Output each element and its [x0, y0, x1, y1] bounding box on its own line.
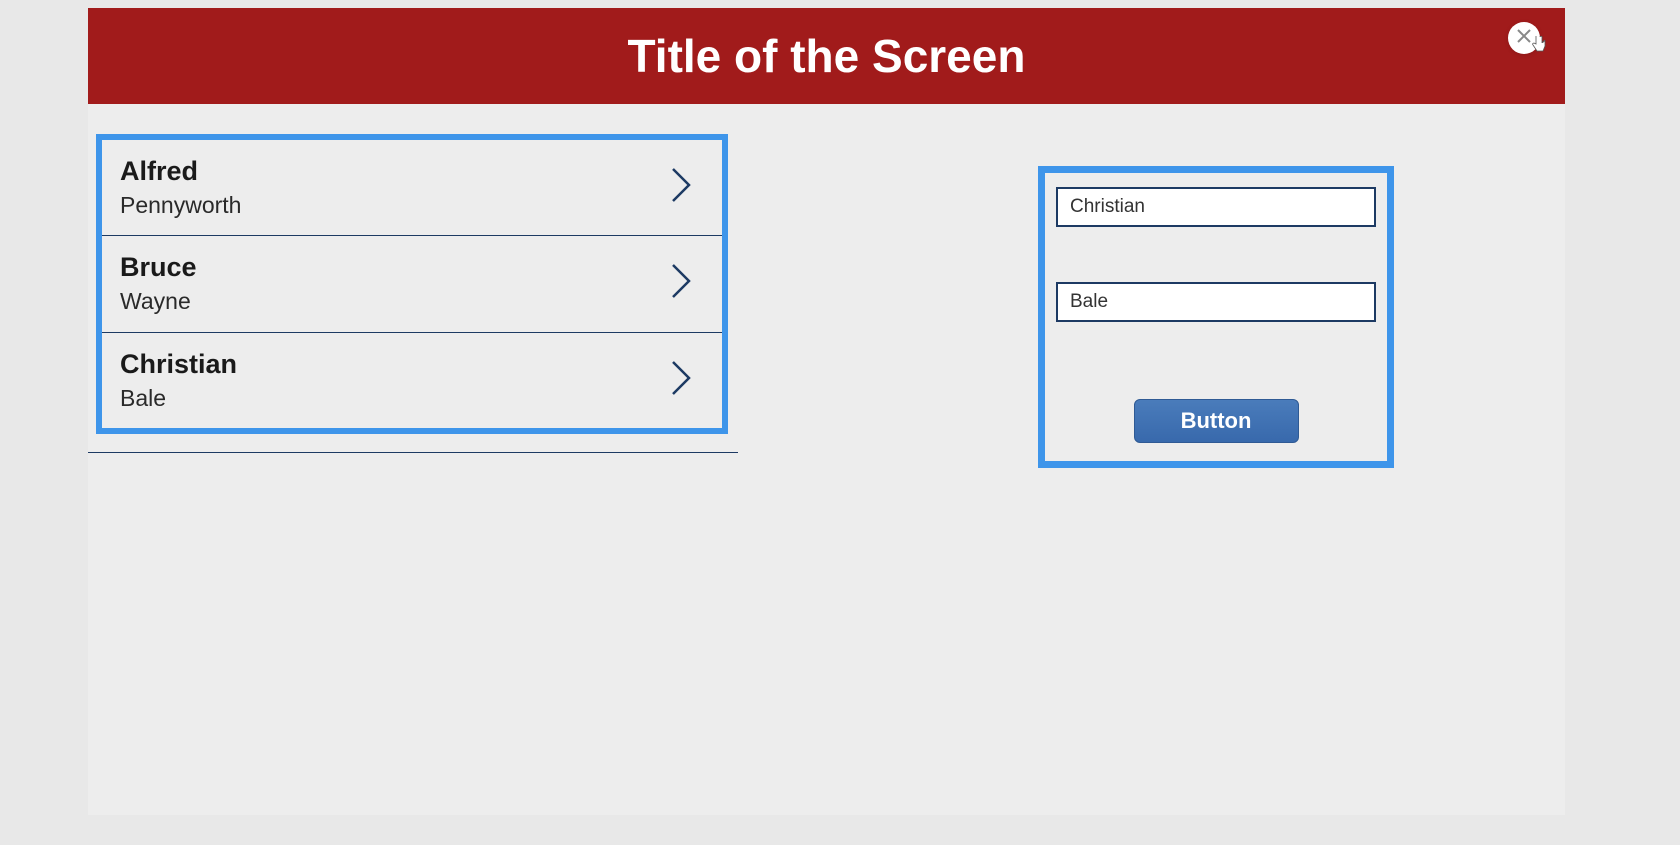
divider — [88, 452, 738, 453]
list-item-secondary: Pennyworth — [120, 189, 241, 221]
list-item-primary: Alfred — [120, 154, 241, 189]
list-item-text: Bruce Wayne — [120, 250, 197, 317]
list-item-secondary: Wayne — [120, 285, 197, 317]
list-item[interactable]: Bruce Wayne — [102, 236, 722, 332]
chevron-right-icon — [670, 166, 692, 209]
page-title: Title of the Screen — [628, 29, 1026, 83]
list-item[interactable]: Christian Bale — [102, 333, 722, 428]
list-item-text: Alfred Pennyworth — [120, 154, 241, 221]
first-name-field[interactable] — [1056, 187, 1376, 227]
close-icon — [1517, 29, 1531, 48]
chevron-right-icon — [670, 262, 692, 305]
list-item-primary: Bruce — [120, 250, 197, 285]
list-panel: Alfred Pennyworth Bruce Wayne Christ — [96, 134, 728, 434]
form-panel: Button — [1038, 166, 1394, 468]
submit-button[interactable]: Button — [1134, 399, 1299, 443]
list-item[interactable]: Alfred Pennyworth — [102, 140, 722, 236]
screen-container: Title of the Screen Alfred Pennyworth Br… — [88, 8, 1565, 815]
last-name-field[interactable] — [1056, 282, 1376, 322]
list-item-text: Christian Bale — [120, 347, 237, 414]
body-area: Alfred Pennyworth Bruce Wayne Christ — [88, 104, 1565, 815]
list-item-secondary: Bale — [120, 382, 237, 414]
list-item-primary: Christian — [120, 347, 237, 382]
close-button[interactable] — [1508, 22, 1540, 54]
header: Title of the Screen — [88, 8, 1565, 104]
chevron-right-icon — [670, 359, 692, 402]
